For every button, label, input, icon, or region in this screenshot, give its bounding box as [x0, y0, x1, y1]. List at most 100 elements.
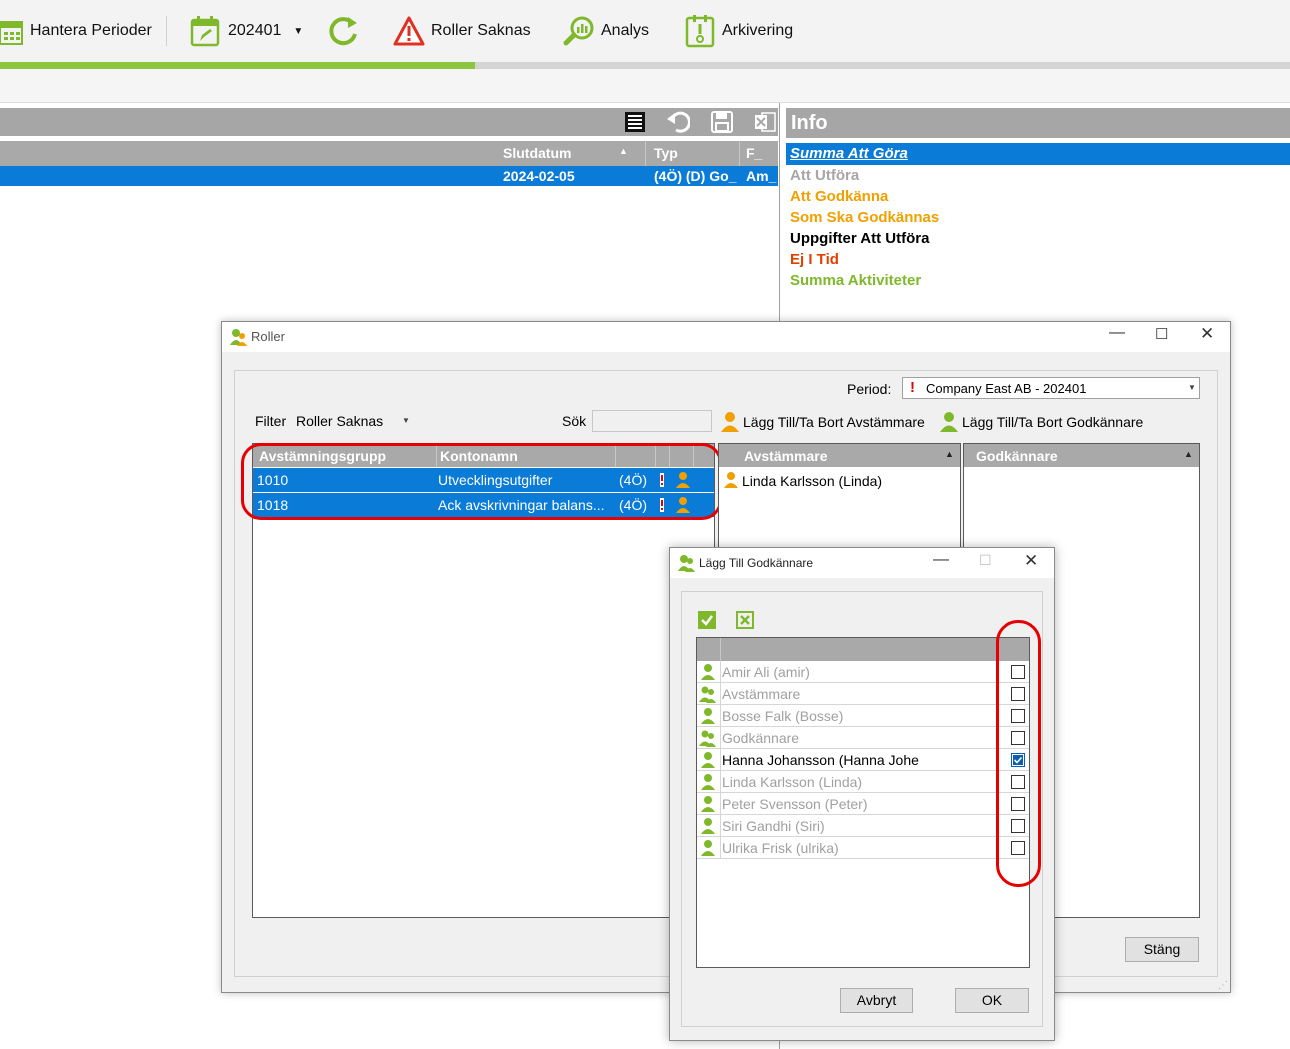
close-button[interactable]: Stäng [1125, 937, 1199, 962]
close-icon[interactable]: ✕ [1024, 551, 1038, 571]
account-code: (4Ö) [619, 497, 647, 513]
approver-checkbox[interactable] [1011, 665, 1025, 679]
filter-dropdown[interactable]: Roller Saknas ▼ [292, 409, 412, 433]
list-item[interactable]: Siri Gandhi (Siri) [697, 815, 1029, 837]
approver-checkbox[interactable] [1011, 687, 1025, 701]
analys-label: Analys [601, 22, 650, 39]
col-godkannare[interactable]: Godkännare [976, 448, 1058, 464]
list-item[interactable]: 1018 Ack avskrivningar balans... (4Ö) [253, 493, 714, 517]
col-slutdatum[interactable]: Slutdatum [503, 145, 571, 161]
user-name: Avstämmare [722, 686, 801, 702]
col-typ[interactable]: Typ [654, 145, 678, 161]
ok-button[interactable]: OK [955, 988, 1029, 1013]
user-orange-icon [721, 412, 739, 432]
undo-icon[interactable] [666, 111, 690, 133]
col-divider [720, 638, 721, 661]
user-green-icon [701, 818, 715, 834]
approver-checkbox[interactable] [1011, 841, 1025, 855]
col-avstammare[interactable]: Avstämmare [744, 448, 828, 464]
search-input[interactable] [592, 410, 712, 432]
approver-checkbox[interactable] [1011, 731, 1025, 745]
user-name: Amir Ali (amir) [722, 664, 810, 680]
checkmark-icon [1011, 753, 1025, 767]
info-item[interactable]: Att Godkänna [790, 188, 888, 205]
hantera-perioder-label: Hantera Perioder [30, 22, 152, 39]
hantera-perioder-button[interactable]: Hantera Perioder [0, 12, 152, 50]
list-item[interactable]: 1010 Utvecklingsutgifter (4Ö) [253, 468, 714, 492]
minimize-icon[interactable]: — [1109, 324, 1125, 342]
list-item[interactable]: Ulrika Frisk (ulrika) [697, 837, 1029, 859]
list-item[interactable]: Peter Svensson (Peter) [697, 793, 1029, 815]
analys-button[interactable]: Analys [563, 12, 649, 50]
cell-slutdatum: 2024-02-05 [503, 168, 575, 184]
list-item[interactable]: Hanna Johansson (Hanna Johe [697, 749, 1029, 771]
period-dropdown[interactable]: ! Company East AB - 202401 ▼ [902, 377, 1200, 399]
refresh-button[interactable] [326, 12, 366, 50]
excel-export-icon[interactable] [754, 111, 776, 133]
minimize-icon[interactable]: — [933, 551, 949, 569]
chevron-down-icon: ▼ [1188, 383, 1196, 392]
col-divider [997, 661, 998, 683]
list-item[interactable]: Amir Ali (amir) [697, 661, 1029, 683]
approver-checkbox[interactable] [1011, 819, 1025, 833]
close-icon[interactable]: ✕ [1200, 324, 1214, 344]
arkivering-button[interactable]: Arkivering [684, 12, 793, 50]
user-group-icon [699, 686, 716, 703]
col-f[interactable]: F_ [746, 145, 762, 161]
col-divider [720, 815, 721, 837]
calendar-edit-icon [190, 16, 220, 47]
resize-grip-icon[interactable]: ⋰ [1218, 980, 1228, 991]
approver-checkbox[interactable] [1011, 753, 1025, 767]
list-item[interactable]: Godkännare [697, 727, 1029, 749]
user-orange-icon [676, 497, 690, 513]
col-kontonamn[interactable]: Kontonamn [440, 448, 518, 464]
user-name: Bosse Falk (Bosse) [722, 708, 844, 724]
user-green-icon [701, 796, 715, 812]
dialog-title: Lägg Till Godkännare [699, 556, 814, 570]
info-item[interactable]: Summa Att Göra [790, 145, 908, 162]
col-divider [997, 683, 998, 705]
col-divider [997, 727, 998, 749]
col-divider [997, 749, 998, 771]
info-item[interactable]: Som Ska Godkännas [790, 209, 939, 226]
list-item[interactable]: Bosse Falk (Bosse) [697, 705, 1029, 727]
cancel-button[interactable]: Avbryt [840, 988, 913, 1013]
groups-list[interactable]: Avstämningsgrupp Kontonamn 1010 Utveckli… [252, 443, 715, 918]
account-name: Ack avskrivningar balans... [438, 497, 605, 513]
add-approver-button[interactable]: Lägg Till/Ta Bort Godkännare [939, 410, 1143, 434]
approver-checkbox[interactable] [1011, 775, 1025, 789]
list-item[interactable]: Linda Karlsson (Linda) [697, 771, 1029, 793]
group-number: 1018 [257, 497, 289, 513]
col-avstamningsgrupp[interactable]: Avstämningsgrupp [259, 448, 386, 464]
col-divider [997, 705, 998, 727]
filter-value: Roller Saknas [296, 413, 384, 429]
info-item[interactable]: Uppgifter Att Utföra [790, 230, 929, 247]
list-item[interactable]: Avstämmare [697, 683, 1029, 705]
col-divider [720, 771, 721, 793]
user-name: Ulrika Frisk (ulrika) [722, 840, 839, 856]
progress-bar-fill [0, 62, 475, 69]
list-view-icon[interactable] [624, 111, 646, 133]
table-row[interactable]: 2024-02-05 (4Ö) (D) Go_ Am_ [0, 166, 778, 186]
list-item[interactable]: Linda Karlsson (Linda) [721, 470, 959, 492]
info-item[interactable]: Ej I Tid [790, 251, 839, 268]
uncheck-all-icon[interactable] [736, 611, 754, 629]
col-divider [997, 837, 998, 859]
approver-checkbox[interactable] [1011, 797, 1025, 811]
info-item[interactable]: Summa Aktiviteter [790, 272, 921, 289]
roller-saknas-button[interactable]: Roller Saknas [393, 12, 531, 50]
col-divider [720, 683, 721, 705]
add-reconciler-button[interactable]: Lägg Till/Ta Bort Avstämmare [720, 410, 925, 434]
approvers-list-header: Godkännare ▲ [964, 444, 1199, 467]
exclamation-icon: ! [910, 379, 915, 396]
period-selector[interactable]: 202401 ▼ [190, 12, 303, 50]
user-green-icon [940, 412, 958, 432]
approver-checkbox[interactable] [1011, 709, 1025, 723]
period-dropdown-value: Company East AB - 202401 [926, 381, 1087, 396]
add-reconciler-label: Lägg Till/Ta Bort Avstämmare [743, 414, 925, 430]
info-item[interactable]: Att Utföra [790, 167, 859, 184]
check-all-icon[interactable] [698, 611, 716, 629]
save-icon[interactable] [711, 111, 733, 133]
maximize-icon[interactable]: ☐ [1155, 325, 1168, 343]
col-divider [997, 638, 998, 661]
